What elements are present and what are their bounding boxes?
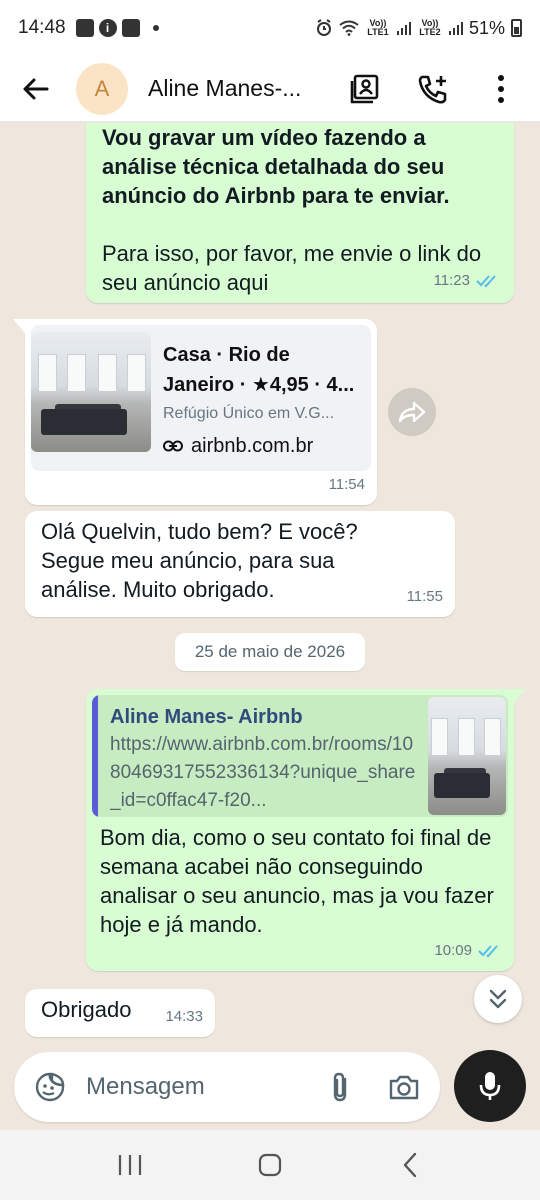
mic-button[interactable]	[454, 1050, 526, 1122]
link-domain: airbnb.com.br	[163, 432, 361, 460]
message-meta: 10:09	[434, 936, 502, 965]
forward-icon	[398, 401, 426, 423]
menu-button[interactable]	[484, 72, 518, 106]
arrow-left-icon	[23, 78, 49, 99]
message-meta: 11:54	[329, 470, 365, 499]
signal2-icon	[448, 21, 463, 35]
double-check-icon	[476, 274, 496, 287]
recents-button[interactable]	[110, 1145, 150, 1185]
message-incoming-link[interactable]: Casa · Rio de Janeiro · ★4,95 · 4... Ref…	[13, 319, 377, 505]
link-title-2: Janeiro · ★4,95 · 4...	[163, 374, 355, 396]
home-button[interactable]	[250, 1145, 290, 1185]
message-time: 11:54	[328, 476, 365, 493]
chat-area[interactable]: Vou gravar um vídeo fazendo a análise té…	[0, 123, 540, 1128]
volte2-label: Vo)) LTE2	[419, 18, 441, 37]
shop-icon	[121, 19, 140, 37]
paperclip-icon	[333, 1072, 347, 1102]
double-check-icon	[478, 944, 498, 957]
status-time: 14:48	[18, 17, 66, 38]
recents-icon	[118, 1155, 142, 1175]
contact-card-icon	[350, 74, 379, 103]
message-text-bold: Vou gravar um vídeo fazendo a análise té…	[102, 125, 450, 208]
sticker-icon	[35, 1072, 65, 1102]
date-separator: 25 de maio de 2026	[175, 633, 365, 671]
message-input[interactable]: Mensagem	[86, 1073, 322, 1101]
message-incoming[interactable]: Olá Quelvin, tudo bem? E você? Segue meu…	[25, 511, 455, 617]
back-button[interactable]	[18, 71, 54, 107]
quote-author: Aline Manes- Airbnb	[110, 706, 303, 728]
message-time: 11:55	[406, 588, 443, 605]
volte1-label: Vo)) LTE1	[367, 18, 389, 37]
contact-name[interactable]: Aline Manes-...	[148, 75, 301, 102]
message-text: Bom dia, como o seu contato foi final de…	[100, 825, 494, 937]
message-incoming[interactable]: Obrigado 14:33	[25, 989, 215, 1037]
message-composer[interactable]: Mensagem	[14, 1052, 440, 1122]
add-call-button[interactable]	[416, 72, 450, 106]
signal1-icon	[396, 21, 411, 35]
gallery-icon	[75, 19, 94, 37]
message-outgoing[interactable]: Vou gravar um vídeo fazendo a análise té…	[86, 123, 514, 303]
camera-button[interactable]	[386, 1069, 422, 1105]
double-chevron-down-icon	[489, 989, 507, 1009]
chevron-left-icon	[403, 1152, 417, 1178]
alarm-icon	[316, 19, 331, 36]
battery-icon	[511, 19, 522, 37]
message-outgoing-reply[interactable]: Aline Manes- Airbnb https://www.airbnb.c…	[86, 689, 526, 971]
home-icon	[258, 1153, 282, 1177]
quote-thumbnail	[428, 697, 506, 815]
battery-percent: 51%	[468, 17, 505, 38]
nav-back-button[interactable]	[390, 1145, 430, 1185]
link-preview[interactable]: Casa · Rio de Janeiro · ★4,95 · 4... Ref…	[31, 325, 371, 471]
link-title-1: Casa · Rio de	[163, 344, 290, 366]
more-notifications-icon	[152, 25, 159, 31]
message-text: Olá Quelvin, tudo bem? E você? Segue meu…	[41, 519, 358, 602]
chat-header: A Aline Manes-...	[0, 56, 540, 122]
quoted-message[interactable]: Aline Manes- Airbnb https://www.airbnb.c…	[92, 695, 508, 817]
message-meta: 11:55	[407, 582, 443, 611]
message-time: 11:23	[433, 272, 470, 289]
link-subtitle: Refúgio Único em V.G...	[163, 405, 335, 422]
quote-text: https://www.airbnb.com.br/rooms/10804693…	[110, 734, 416, 811]
info-icon: i	[98, 19, 117, 37]
more-vertical-icon	[498, 74, 504, 103]
link-domain-text: airbnb.com.br	[191, 435, 314, 457]
link-thumbnail	[31, 332, 151, 452]
system-nav-bar	[0, 1130, 540, 1200]
status-bar: 14:48 i Vo)) LTE1 Vo)) LTE2 51%	[0, 0, 540, 56]
system-icons: Vo)) LTE1 Vo)) LTE2 51%	[315, 18, 522, 39]
message-meta: 11:23	[434, 266, 500, 295]
camera-icon	[389, 1075, 419, 1100]
mic-icon	[479, 1072, 501, 1100]
avatar[interactable]: A	[76, 62, 128, 115]
phone-plus-icon	[418, 75, 447, 104]
contact-card-button[interactable]	[348, 72, 382, 106]
link-icon	[163, 440, 183, 452]
message-time: 10:09	[434, 942, 472, 959]
scroll-down-button[interactable]	[474, 975, 522, 1023]
forward-button[interactable]	[388, 388, 436, 436]
wifi-icon	[339, 20, 359, 36]
notification-icons: i	[75, 19, 159, 37]
sticker-button[interactable]	[32, 1069, 68, 1105]
message-time: 14:33	[165, 1008, 203, 1025]
attach-button[interactable]	[322, 1069, 358, 1105]
message-meta: 14:33	[165, 1002, 203, 1031]
